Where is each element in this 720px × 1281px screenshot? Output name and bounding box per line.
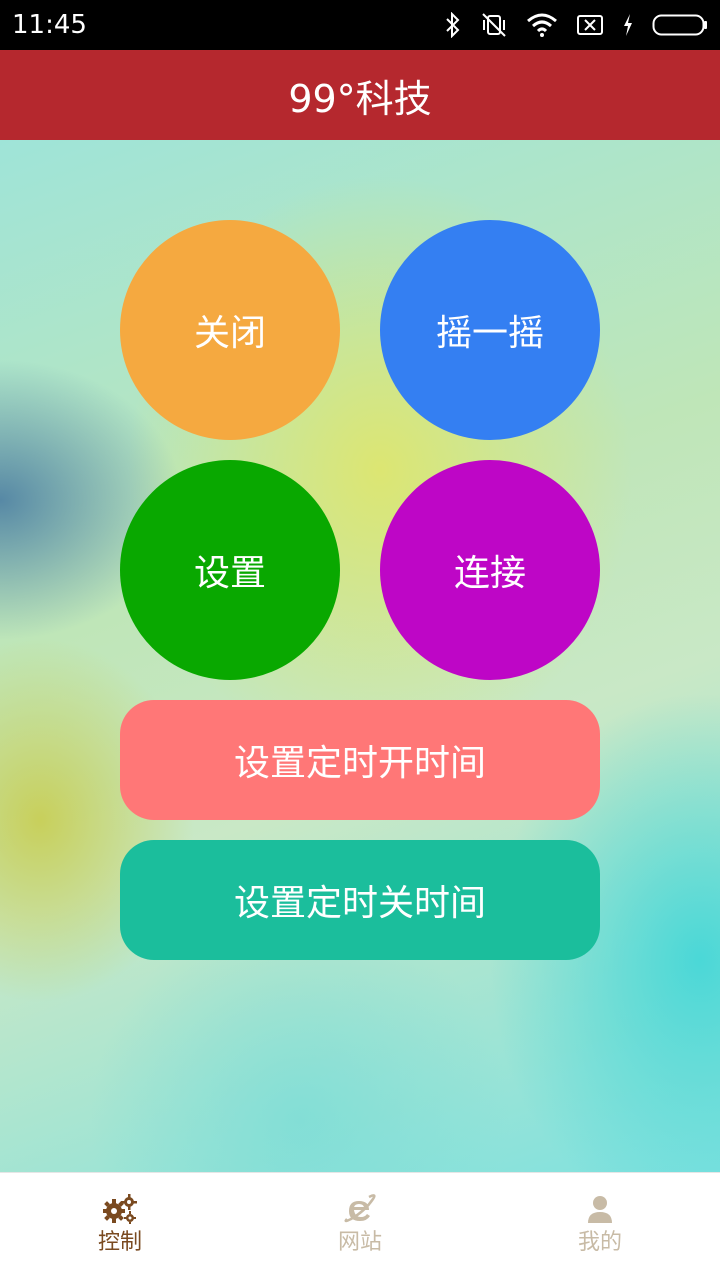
tab-control-label: 控制 xyxy=(97,1230,142,1255)
browser-e-icon xyxy=(343,1193,377,1225)
status-bar: 11:45 xyxy=(0,0,720,50)
wifi-icon xyxy=(526,13,558,37)
app-bar: 99°科技 xyxy=(0,50,720,140)
charging-icon xyxy=(622,13,634,37)
page-title: 99°科技 xyxy=(288,76,432,121)
set-timer-off-label: 设置定时关时间 xyxy=(233,883,486,924)
vibrate-off-icon xyxy=(480,12,508,38)
set-timer-on-button[interactable]: 设置定时开时间 xyxy=(120,700,600,820)
tab-website[interactable]: 网站 xyxy=(240,1173,480,1281)
tab-website-label: 网站 xyxy=(337,1230,382,1255)
control-panel: 关闭 摇一摇 设置 连接 设置定时开时间 设置定时关时间 xyxy=(0,140,720,1172)
connect-button-label: 连接 xyxy=(453,553,526,594)
bottom-tab-bar: 控制 网站 我的 xyxy=(0,1172,720,1281)
bluetooth-icon xyxy=(444,12,462,38)
close-button-label: 关闭 xyxy=(193,313,266,354)
person-icon xyxy=(586,1193,614,1225)
shake-button-label: 摇一摇 xyxy=(435,313,544,354)
set-timer-on-label: 设置定时开时间 xyxy=(233,743,486,784)
connect-button[interactable]: 连接 xyxy=(380,460,600,680)
close-button[interactable]: 关闭 xyxy=(120,220,340,440)
battery-icon xyxy=(652,13,708,37)
gears-icon xyxy=(103,1193,137,1225)
settings-button-label: 设置 xyxy=(193,553,266,594)
status-time: 11:45 xyxy=(12,10,87,40)
settings-button[interactable]: 设置 xyxy=(120,460,340,680)
status-icons xyxy=(444,10,708,40)
set-timer-off-button[interactable]: 设置定时关时间 xyxy=(120,840,600,960)
tab-mine[interactable]: 我的 xyxy=(480,1173,720,1281)
shake-button[interactable]: 摇一摇 xyxy=(380,220,600,440)
tab-mine-label: 我的 xyxy=(577,1230,622,1255)
tab-control[interactable]: 控制 xyxy=(0,1173,240,1281)
no-sim-icon xyxy=(576,14,604,36)
